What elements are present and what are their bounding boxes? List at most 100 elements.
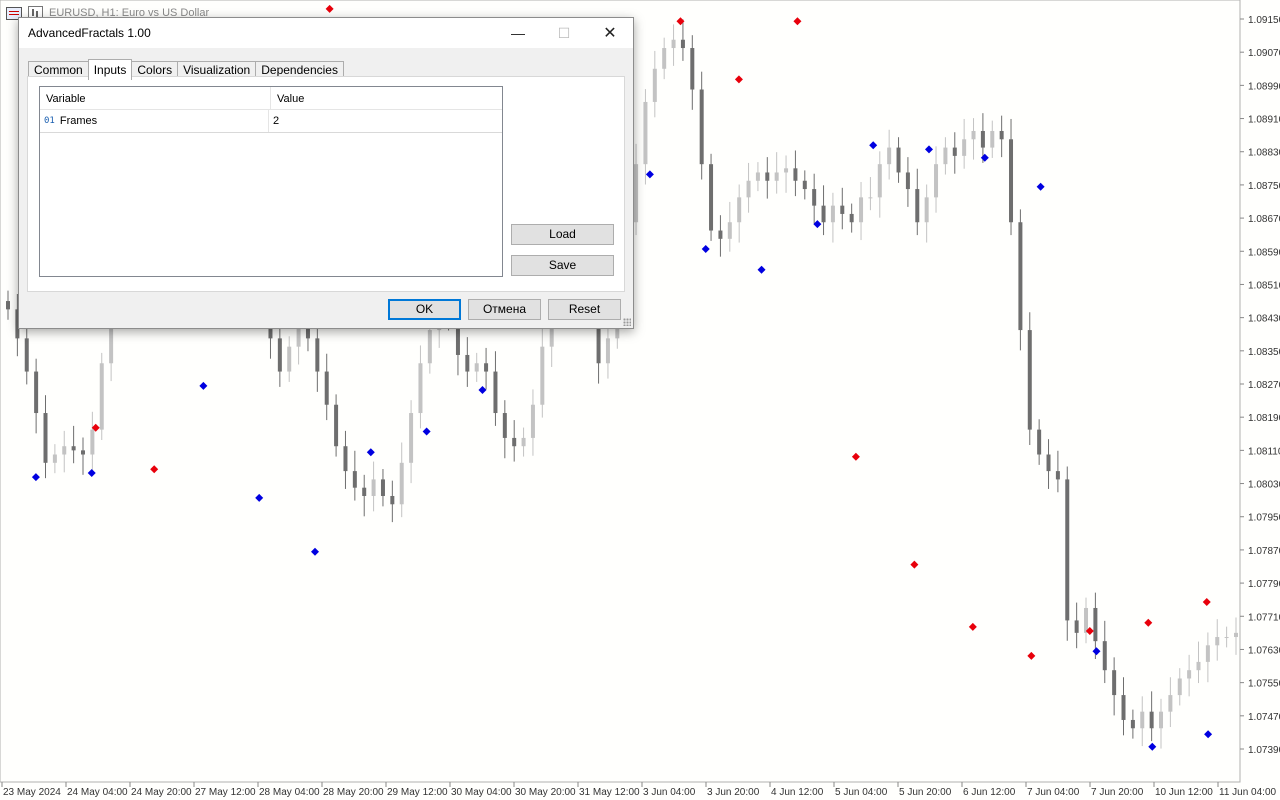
cancel-button[interactable]: Отмена bbox=[468, 299, 541, 320]
candle-body bbox=[802, 180, 807, 190]
candle-body bbox=[821, 205, 826, 223]
candle-body bbox=[859, 197, 864, 223]
save-button[interactable]: Save bbox=[511, 255, 614, 276]
candle-body bbox=[80, 450, 85, 455]
candle-body bbox=[540, 346, 545, 405]
candle-body bbox=[34, 371, 39, 414]
down-fractal-marker bbox=[925, 145, 933, 154]
candle-body bbox=[784, 168, 789, 173]
tab-inputs[interactable]: Inputs bbox=[87, 59, 133, 80]
price-label: 1.08910 bbox=[1248, 115, 1280, 126]
candle-body bbox=[962, 139, 967, 156]
price-label: 1.08590 bbox=[1248, 247, 1280, 258]
candle-body bbox=[1159, 711, 1164, 729]
candle-body bbox=[1130, 719, 1135, 729]
candle-body bbox=[390, 495, 395, 505]
time-label: 28 May 04:00 bbox=[259, 787, 320, 798]
time-label: 7 Jun 04:00 bbox=[1027, 787, 1080, 798]
candle-body bbox=[1046, 454, 1051, 472]
time-label: 30 May 20:00 bbox=[515, 787, 576, 798]
time-label: 11 Jun 04:00 bbox=[1219, 787, 1277, 798]
candle-body bbox=[362, 487, 367, 496]
candle-body bbox=[465, 354, 470, 372]
up-fractal-marker bbox=[968, 622, 977, 631]
candle-body bbox=[934, 164, 939, 198]
candle-body bbox=[671, 39, 676, 49]
candle-body bbox=[943, 147, 948, 165]
candle-body bbox=[737, 197, 742, 223]
close-icon[interactable]: ✕ bbox=[587, 18, 633, 48]
up-fractal-marker bbox=[150, 465, 159, 474]
down-fractal-marker bbox=[701, 244, 710, 253]
down-fractal-marker bbox=[1204, 730, 1213, 739]
price-label: 1.07550 bbox=[1248, 679, 1280, 690]
ok-button[interactable]: OK bbox=[388, 299, 461, 320]
down-fractal-marker bbox=[31, 473, 40, 482]
candle-body bbox=[887, 147, 892, 165]
price-label: 1.09070 bbox=[1248, 48, 1280, 59]
time-label: 7 Jun 20:00 bbox=[1091, 787, 1144, 798]
column-header-variable[interactable]: Variable bbox=[40, 87, 271, 109]
candle-body bbox=[90, 429, 95, 455]
reset-button[interactable]: Reset bbox=[548, 299, 621, 320]
time-label: 23 May 2024 bbox=[3, 787, 61, 798]
candle-body bbox=[1234, 632, 1238, 638]
down-fractal-marker bbox=[869, 141, 878, 150]
candle-body bbox=[409, 413, 414, 463]
variable-cell[interactable]: 01 Frames bbox=[40, 110, 269, 132]
time-label: 24 May 20:00 bbox=[131, 787, 192, 798]
candle-body bbox=[727, 222, 732, 239]
down-fractal-marker bbox=[757, 265, 766, 274]
candle-body bbox=[24, 338, 29, 372]
candle-body bbox=[971, 130, 976, 140]
candle-body bbox=[643, 101, 648, 165]
price-label: 1.08030 bbox=[1248, 480, 1280, 491]
save-button-label: Save bbox=[548, 258, 577, 272]
load-button[interactable]: Load bbox=[511, 224, 614, 245]
time-axis: 23 May 2024 24 May 04:00 24 May 20:00 27 Ma… bbox=[1, 782, 1277, 798]
candle-body bbox=[315, 338, 320, 372]
candle-body bbox=[324, 371, 329, 405]
maximize-icon[interactable]: ☐ bbox=[541, 18, 587, 48]
candle-body bbox=[709, 164, 714, 231]
candle-body bbox=[474, 363, 479, 372]
candle-body bbox=[812, 189, 817, 206]
candle-body bbox=[849, 213, 854, 223]
candle-body bbox=[71, 446, 76, 451]
down-fractal-marker bbox=[311, 547, 319, 556]
candle-body bbox=[1065, 479, 1070, 621]
down-fractal-marker bbox=[1092, 647, 1101, 656]
price-label: 1.08110 bbox=[1248, 446, 1280, 457]
resize-grip-icon[interactable] bbox=[623, 318, 631, 326]
candle-body bbox=[62, 446, 67, 455]
dialog-titlebar[interactable]: AdvancedFractals 1.00 — ☐ ✕ bbox=[19, 18, 633, 48]
dialog-title: AdvancedFractals 1.00 bbox=[28, 26, 151, 40]
candle-body bbox=[52, 454, 57, 463]
candle-body bbox=[493, 371, 498, 414]
value-cell[interactable]: 2 bbox=[269, 110, 279, 132]
candle-body bbox=[1093, 607, 1098, 642]
price-label: 1.07390 bbox=[1248, 745, 1280, 756]
candle-body bbox=[1055, 471, 1060, 480]
candle-body bbox=[1037, 429, 1042, 455]
column-header-value[interactable]: Value bbox=[271, 87, 304, 109]
candle-body bbox=[1196, 661, 1201, 671]
candle-body bbox=[1018, 222, 1023, 331]
candle-body bbox=[43, 413, 48, 463]
time-label: 24 May 04:00 bbox=[67, 787, 128, 798]
candle-body bbox=[1140, 711, 1145, 729]
candle-body bbox=[521, 437, 526, 447]
candle-body bbox=[690, 48, 695, 90]
candle-body bbox=[746, 180, 751, 198]
candle-body bbox=[699, 89, 704, 165]
price-label: 1.08510 bbox=[1248, 280, 1280, 291]
minimize-icon[interactable]: — bbox=[495, 18, 541, 48]
candle-body bbox=[484, 363, 489, 372]
candle-body bbox=[352, 471, 357, 488]
candle-body bbox=[1187, 670, 1192, 679]
candle-body bbox=[1224, 637, 1229, 639]
time-label: 27 May 12:00 bbox=[195, 787, 256, 798]
table-row[interactable]: 01 Frames 2 bbox=[40, 110, 502, 133]
time-label: 4 Jun 12:00 bbox=[771, 787, 824, 798]
candle-body bbox=[999, 130, 1004, 140]
